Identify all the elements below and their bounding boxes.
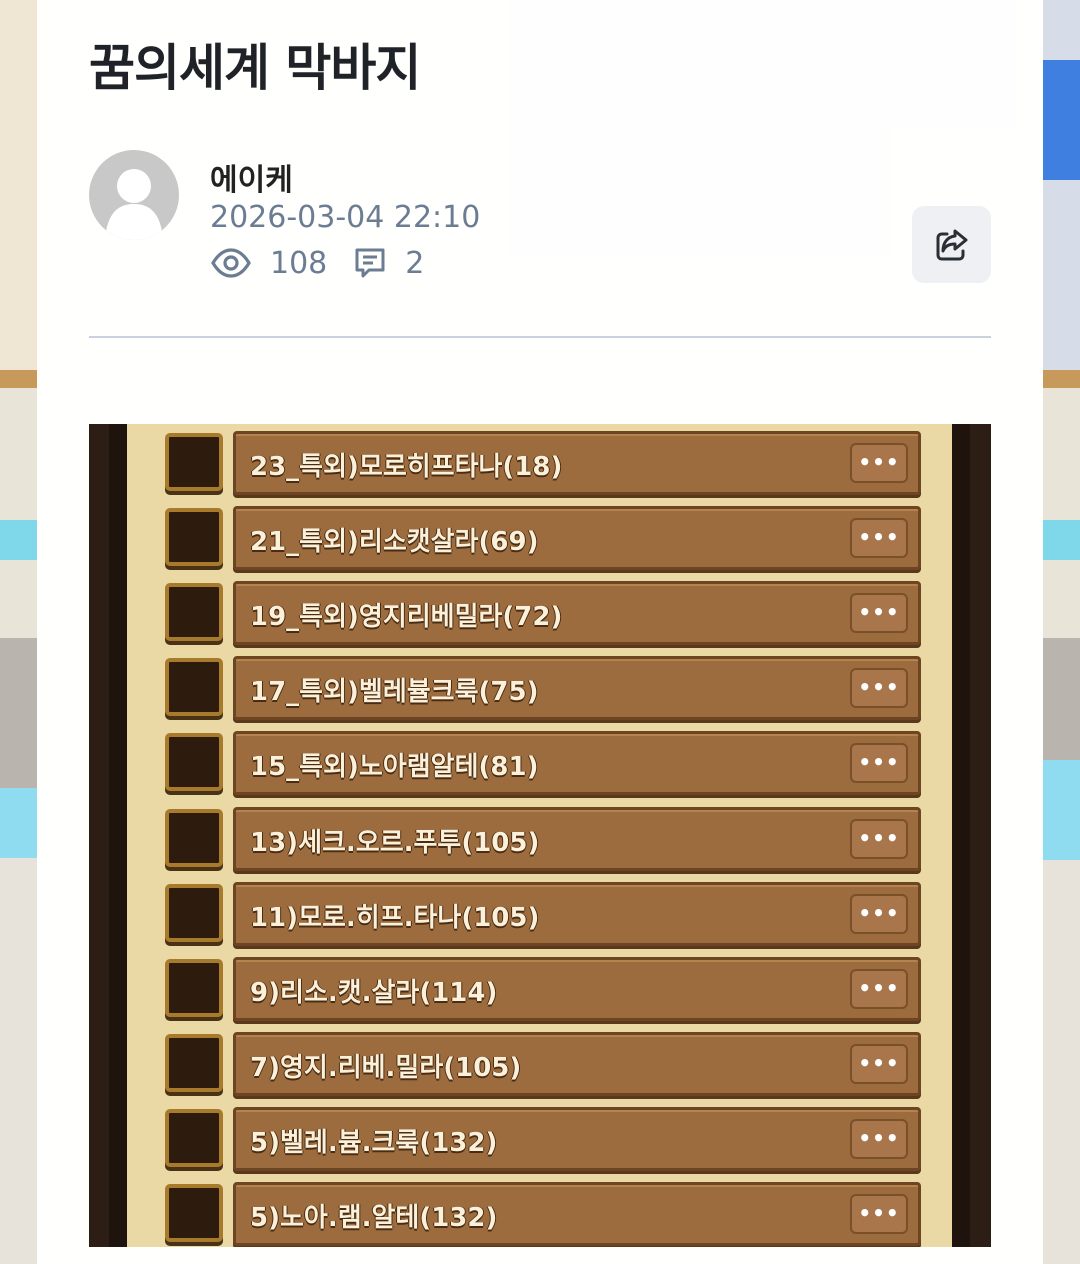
attached-game-screenshot: 23_특외)모로히프타나(18) ••• 21_특외)리소캣살라(69) ••• 19_… <box>89 424 991 1247</box>
more-options-button[interactable]: ••• <box>850 969 908 1009</box>
comment-icon <box>353 246 387 280</box>
item-label: 9)리소.캣.살라(114) <box>250 978 498 1008</box>
item-bar[interactable]: 19_특외)영지리베밀라(72) ••• <box>233 581 921 645</box>
item-bar[interactable]: 5)벨레.븀.크룩(132) ••• <box>233 1107 921 1171</box>
background-art-right <box>1043 0 1080 1264</box>
item-checkbox[interactable] <box>165 809 223 867</box>
item-label: 11)모로.히프.타나(105) <box>250 903 540 933</box>
item-bar[interactable]: 17_특외)벨레뷸크룩(75) ••• <box>233 656 921 720</box>
list-item: 15_특외)노아램알테(81) ••• <box>89 727 991 795</box>
author-avatar[interactable] <box>89 150 179 240</box>
item-label: 13)세크.오르.푸투(105) <box>250 828 540 858</box>
post-stats: 108 2 <box>210 243 424 283</box>
item-checkbox[interactable] <box>165 1109 223 1167</box>
more-options-button[interactable]: ••• <box>850 668 908 708</box>
share-icon <box>936 229 967 260</box>
item-bar[interactable]: 23_특외)모로히프타나(18) ••• <box>233 431 921 495</box>
item-label: 5)노아.램.알테(132) <box>250 1203 498 1233</box>
item-label: 5)벨레.븀.크룩(132) <box>250 1128 498 1158</box>
more-options-button[interactable]: ••• <box>850 593 908 633</box>
list-item: 9)리소.캣.살라(114) ••• <box>89 953 991 1021</box>
list-item: 17_특외)벨레뷸크룩(75) ••• <box>89 652 991 720</box>
more-options-button[interactable]: ••• <box>850 894 908 934</box>
eye-icon <box>210 248 252 278</box>
item-label: 17_특외)벨레뷸크룩(75) <box>250 677 539 707</box>
list-item: 19_특외)영지리베밀라(72) ••• <box>89 577 991 645</box>
item-checkbox[interactable] <box>165 733 223 791</box>
item-bar[interactable]: 9)리소.캣.살라(114) ••• <box>233 957 921 1021</box>
post-datetime: 2026-03-04 22:10 <box>210 200 481 235</box>
item-bar[interactable]: 15_특외)노아램알테(81) ••• <box>233 731 921 795</box>
item-bar[interactable]: 11)모로.히프.타나(105) ••• <box>233 882 921 946</box>
item-label: 19_특외)영지리베밀라(72) <box>250 602 563 632</box>
item-checkbox[interactable] <box>165 959 223 1017</box>
more-options-button[interactable]: ••• <box>850 443 908 483</box>
header-divider <box>89 336 991 338</box>
list-item: 7)영지.리베.밀라(105) ••• <box>89 1028 991 1096</box>
list-item: 13)세크.오르.푸투(105) ••• <box>89 803 991 871</box>
item-label: 15_특외)노아램알테(81) <box>250 752 539 782</box>
item-checkbox[interactable] <box>165 884 223 942</box>
more-options-button[interactable]: ••• <box>850 1119 908 1159</box>
item-bar[interactable]: 7)영지.리베.밀라(105) ••• <box>233 1032 921 1096</box>
user-silhouette-icon <box>105 169 163 240</box>
list-item: 11)모로.히프.타나(105) ••• <box>89 878 991 946</box>
more-options-button[interactable]: ••• <box>850 1194 908 1234</box>
more-options-button[interactable]: ••• <box>850 518 908 558</box>
item-label: 7)영지.리베.밀라(105) <box>250 1053 522 1083</box>
comment-count: 2 <box>405 245 425 281</box>
item-checkbox[interactable] <box>165 583 223 641</box>
list-item: 21_특외)리소캣살라(69) ••• <box>89 502 991 570</box>
list-item: 23_특외)모로히프타나(18) ••• <box>89 427 991 495</box>
item-label: 21_특외)리소캣살라(69) <box>250 527 539 557</box>
background-art-left <box>0 0 37 1264</box>
list-item: 5)벨레.븀.크룩(132) ••• <box>89 1103 991 1171</box>
more-options-button[interactable]: ••• <box>850 1044 908 1084</box>
more-options-button[interactable]: ••• <box>850 743 908 783</box>
item-checkbox[interactable] <box>165 508 223 566</box>
post-card: 꿈의세계 막바지 에이케 2026-03-04 22:10 108 2 23_특… <box>37 0 1043 1264</box>
item-checkbox[interactable] <box>165 658 223 716</box>
list-item: 5)노아.램.알테(132) ••• <box>89 1178 991 1246</box>
item-checkbox[interactable] <box>165 1184 223 1242</box>
item-bar[interactable]: 21_특외)리소캣살라(69) ••• <box>233 506 921 570</box>
view-count: 108 <box>270 245 328 281</box>
more-options-button[interactable]: ••• <box>850 819 908 859</box>
author-name[interactable]: 에이케 <box>210 155 293 199</box>
item-checkbox[interactable] <box>165 433 223 491</box>
item-bar[interactable]: 13)세크.오르.푸투(105) ••• <box>233 807 921 871</box>
share-button[interactable] <box>912 206 991 283</box>
item-label: 23_특외)모로히프타나(18) <box>250 452 563 482</box>
post-title: 꿈의세계 막바지 <box>89 39 421 97</box>
item-bar[interactable]: 5)노아.램.알테(132) ••• <box>233 1182 921 1246</box>
item-checkbox[interactable] <box>165 1034 223 1092</box>
